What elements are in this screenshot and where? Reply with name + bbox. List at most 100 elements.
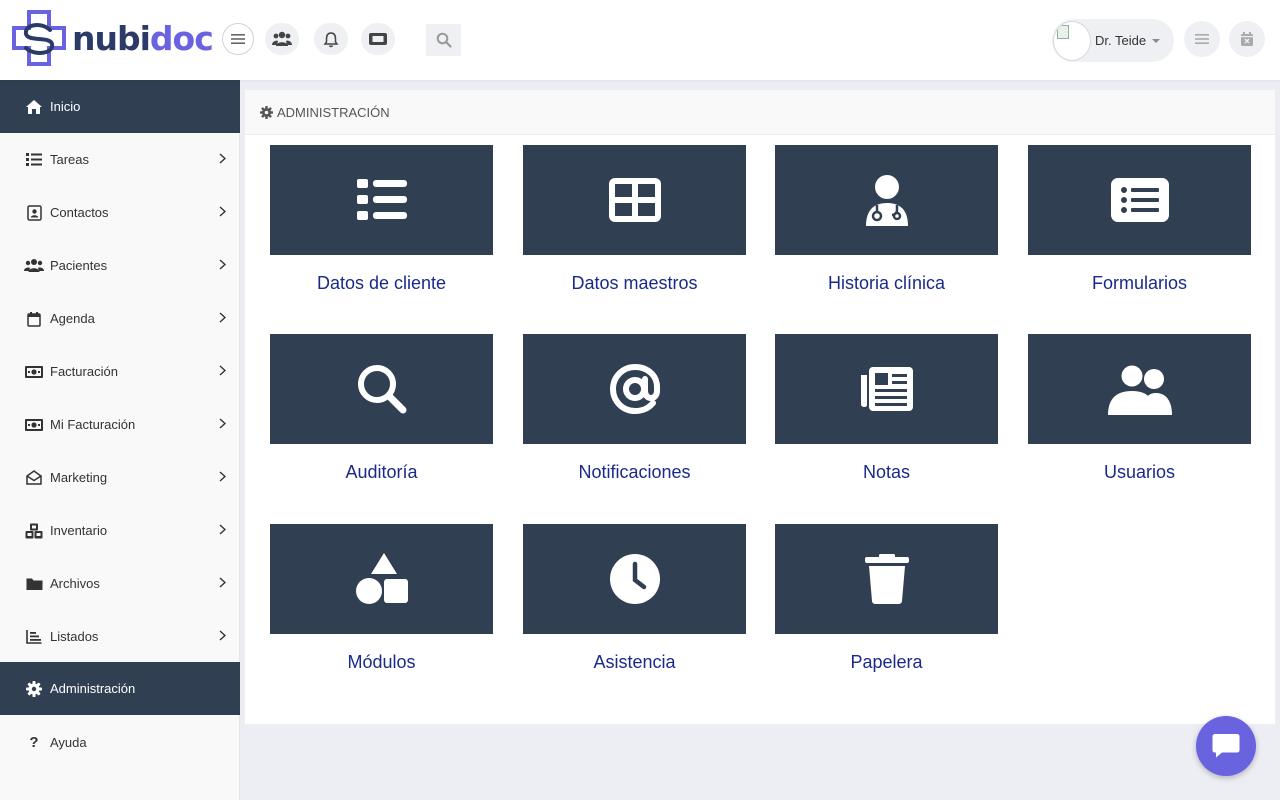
tile-datos-de-cliente[interactable] [270, 145, 493, 255]
logo-wordmark: nubidoc [72, 18, 214, 58]
tile-label[interactable]: Historia clínica [775, 273, 998, 294]
tile-label[interactable]: Papelera [775, 652, 998, 673]
sidebar-item-archivos[interactable]: Archivos [0, 557, 240, 610]
money-icon [24, 362, 44, 382]
tickets-button[interactable] [361, 23, 395, 55]
sidebar-item-inicio[interactable]: Inicio [0, 80, 240, 133]
tile-formularios[interactable] [1028, 145, 1251, 255]
tile-label[interactable]: Datos de cliente [270, 273, 493, 294]
tile-auditoria[interactable] [270, 334, 493, 444]
tile-asistencia[interactable] [523, 524, 746, 634]
sidebar-item-label: Listados [50, 629, 99, 644]
question-icon: ? [29, 734, 39, 751]
logo-icon [12, 10, 66, 66]
at-icon [609, 363, 660, 415]
page-title: ADMINISTRACIÓN [277, 104, 390, 120]
logo[interactable]: nubidoc [12, 10, 214, 66]
tile-usuarios[interactable] [1028, 334, 1251, 444]
list-button[interactable] [1184, 21, 1220, 57]
chevron-right-icon [219, 153, 226, 164]
users-icon [24, 256, 44, 276]
gear-icon [260, 105, 273, 119]
tile-modulos[interactable] [270, 524, 493, 634]
tile-label[interactable]: Asistencia [523, 652, 746, 673]
ticket-icon [369, 33, 387, 45]
tile-label[interactable]: Auditoría [270, 462, 493, 483]
sidebar-item-contactos[interactable]: Contactos [0, 186, 240, 239]
calendar-x-icon [1241, 32, 1253, 46]
sidebar-item-inventario[interactable]: Inventario [0, 504, 240, 557]
gear-icon [24, 679, 44, 699]
hamburger-icon [231, 34, 245, 44]
search-button[interactable] [426, 24, 461, 56]
folder-icon [24, 574, 44, 594]
tile-label[interactable]: Módulos [270, 652, 493, 673]
grid-icon [608, 178, 661, 222]
search-icon [436, 32, 452, 48]
sidebar-item-listados[interactable]: Listados [0, 610, 240, 663]
chevron-right-icon [219, 418, 226, 429]
chart-icon [24, 627, 44, 647]
sidebar-item-label: Mi Facturación [50, 417, 136, 432]
user-menu[interactable]: Dr. Teide [1052, 19, 1174, 62]
sidebar-item-label: Pacientes [50, 258, 108, 273]
admin-panel: ADMINISTRACIÓN Datos de cliente Datos ma… [245, 90, 1275, 724]
doctor-icon [865, 175, 908, 226]
sidebar-item-administracion[interactable]: Administración [0, 662, 240, 715]
avatar [1053, 20, 1091, 61]
tile-label[interactable]: Formularios [1028, 273, 1251, 294]
sidebar-item-label: Contactos [50, 205, 109, 220]
chevron-right-icon [219, 471, 226, 482]
notifications-button[interactable] [314, 23, 348, 55]
list-icon [1195, 34, 1209, 44]
cubes-icon [24, 521, 44, 541]
tile-historia-clinica[interactable] [775, 145, 998, 255]
sidebar-item-facturacion[interactable]: Facturación [0, 345, 240, 398]
chevron-right-icon [219, 259, 226, 270]
tile-label[interactable]: Notas [775, 462, 998, 483]
users-icon [272, 31, 292, 46]
chevron-down-icon [1152, 38, 1161, 43]
chevron-right-icon [219, 312, 226, 323]
list-alt-icon [1110, 178, 1169, 222]
sidebar-item-marketing[interactable]: Marketing [0, 451, 240, 504]
money-icon [24, 415, 44, 435]
sidebar-item-pacientes[interactable]: Pacientes [0, 239, 240, 292]
calendar-button[interactable] [1229, 21, 1265, 57]
sidebar: Inicio Tareas Contactos Pacientes Agenda [0, 80, 240, 800]
chat-button[interactable] [1196, 716, 1256, 776]
tile-notificaciones[interactable] [523, 334, 746, 444]
sidebar-item-label: Ayuda [50, 735, 87, 750]
home-icon [24, 97, 44, 117]
calendar-icon [24, 309, 44, 329]
sidebar-item-label: Administración [50, 681, 136, 696]
search-icon [357, 365, 406, 414]
top-bar: nubidoc Dr. Teide [0, 0, 1280, 80]
sidebar-item-label: Tareas [50, 152, 90, 167]
sidebar-item-agenda[interactable]: Agenda [0, 292, 240, 345]
bell-icon [323, 31, 339, 47]
sidebar-item-label: Facturación [50, 364, 118, 379]
sidebar-item-label: Agenda [50, 311, 95, 326]
tile-notas[interactable] [775, 334, 998, 444]
tile-label[interactable]: Usuarios [1028, 462, 1251, 483]
tile-papelera[interactable] [775, 524, 998, 634]
address-book-icon [24, 203, 44, 223]
sidebar-item-tareas[interactable]: Tareas [0, 133, 240, 186]
tile-label[interactable]: Datos maestros [523, 273, 746, 294]
user-name: Dr. Teide [1095, 33, 1147, 48]
users-icon [1107, 364, 1172, 415]
sidebar-item-label: Inventario [50, 523, 108, 538]
sidebar-item-mi-facturacion[interactable]: Mi Facturación [0, 398, 240, 451]
newspaper-icon [860, 367, 913, 411]
users-button[interactable] [265, 23, 299, 55]
panel-header: ADMINISTRACIÓN [245, 90, 1275, 135]
chevron-right-icon [219, 577, 226, 588]
sidebar-item-label: Inicio [50, 99, 81, 114]
tile-label[interactable]: Notificaciones [523, 462, 746, 483]
tile-datos-maestros[interactable] [523, 145, 746, 255]
sidebar-item-label: Marketing [50, 470, 108, 485]
sidebar-item-ayuda[interactable]: ? Ayuda [0, 716, 240, 769]
menu-toggle-button[interactable] [222, 23, 254, 55]
chat-icon [1212, 734, 1240, 758]
